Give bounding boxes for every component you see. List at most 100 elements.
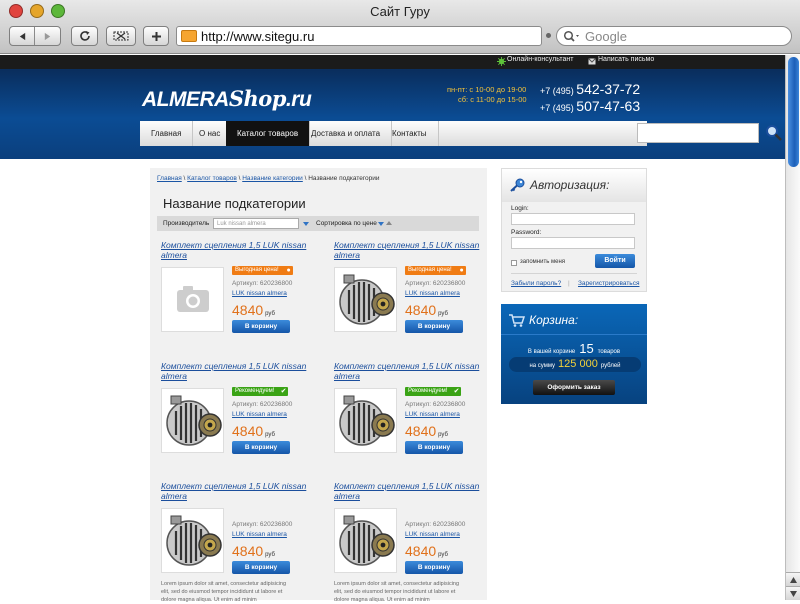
product-image[interactable] bbox=[161, 267, 224, 332]
checkout-button[interactable]: Оформить заказ bbox=[533, 380, 615, 395]
product-title-link[interactable]: Комплект сцепления 1,5 LUK nissan almera bbox=[161, 240, 321, 260]
product-currency: руб bbox=[438, 552, 448, 558]
product-price-value: 4840 bbox=[405, 423, 437, 439]
password-input[interactable] bbox=[511, 237, 635, 249]
register-link[interactable]: Зарегистрироваться bbox=[578, 280, 639, 287]
breadcrumb: Главная \ Каталог товаров \ Название кат… bbox=[157, 175, 482, 187]
breadcrumb-home[interactable]: Главная bbox=[157, 175, 182, 182]
product-title-link[interactable]: Комплект сцепления 1,5 LUK nissan almera bbox=[161, 481, 321, 501]
breadcrumb-catalog[interactable]: Каталог товаров bbox=[187, 175, 237, 182]
product-image[interactable] bbox=[161, 388, 224, 453]
snip-button[interactable] bbox=[106, 26, 136, 46]
forgot-password-link[interactable]: Забыли пароль? bbox=[511, 280, 561, 287]
product-currency: руб bbox=[265, 311, 275, 317]
product-card: Комплект сцепления 1,5 LUK nissan almera… bbox=[334, 240, 494, 355]
nav-item-catalog[interactable]: Каталог товаров bbox=[226, 121, 311, 146]
cart-count-suffix: товаров bbox=[597, 349, 621, 355]
login-input[interactable] bbox=[511, 213, 635, 225]
auth-header: Авторизация: bbox=[502, 169, 646, 202]
favicon-icon bbox=[181, 30, 197, 42]
sort-asc-icon[interactable] bbox=[386, 221, 392, 225]
coins-icon: ● bbox=[286, 267, 291, 274]
product-title-link[interactable]: Комплект сцепления 1,5 LUK nissan almera bbox=[161, 361, 321, 381]
product-title-link[interactable]: Комплект сцепления 1,5 LUK nissan almera bbox=[334, 361, 494, 381]
login-button[interactable]: Войти bbox=[595, 254, 635, 268]
hours-saturday: сб: с 11-00 до 15-00 bbox=[458, 95, 527, 104]
phone-1[interactable]: +7 (495) 542-37-72 bbox=[540, 81, 640, 97]
cart-sum-line: на сумму 125 000 рублей bbox=[509, 357, 641, 372]
nav-item-contacts[interactable]: Контакты bbox=[381, 121, 439, 146]
logo-main: ALMERA bbox=[142, 88, 229, 111]
product-brand-link[interactable]: LUK nissan almera bbox=[405, 531, 460, 538]
login-label: Login: bbox=[511, 205, 529, 212]
nav-item-home[interactable]: Главная bbox=[140, 121, 194, 146]
add-to-cart-button[interactable]: В корзину bbox=[405, 441, 463, 454]
product-image[interactable] bbox=[334, 267, 397, 332]
remember-me-checkbox[interactable] bbox=[511, 260, 517, 266]
product-brand-link[interactable]: LUK nissan almera bbox=[405, 411, 460, 418]
camera-placeholder-icon bbox=[162, 268, 223, 331]
product-brand-link[interactable]: LUK nissan almera bbox=[232, 290, 287, 297]
product-image[interactable] bbox=[334, 508, 397, 573]
product-badge-text: Выгодная цена! bbox=[235, 267, 279, 273]
cart-sum-prefix: на сумму bbox=[529, 363, 556, 369]
add-to-cart-button[interactable]: В корзину bbox=[405, 320, 463, 333]
product-badge-text: Рекомендуем! bbox=[235, 388, 275, 394]
reload-button[interactable] bbox=[71, 26, 98, 46]
product-card: Комплект сцепления 1,5 LUK nissan almera… bbox=[334, 361, 494, 476]
add-to-cart-button[interactable]: В корзину bbox=[405, 561, 463, 574]
manufacturer-select[interactable]: Luk nissan almera bbox=[213, 218, 299, 229]
site-search-icon[interactable] bbox=[765, 124, 783, 142]
phone-2-number: 507-47-63 bbox=[576, 98, 641, 114]
hours-weekdays: пн-пт: с 10-00 до 19-00 bbox=[447, 85, 527, 94]
product-price-value: 4840 bbox=[232, 543, 264, 559]
phone-1-code: +7 (495) bbox=[540, 86, 574, 96]
add-to-cart-button[interactable]: В корзину bbox=[232, 441, 290, 454]
product-price: 4840 руб bbox=[405, 423, 448, 439]
breadcrumb-category[interactable]: Название категории bbox=[242, 175, 303, 182]
write-letter-link[interactable]: Написать письмо bbox=[598, 56, 654, 63]
add-to-cart-button[interactable]: В корзину bbox=[232, 320, 290, 333]
scroll-up-button[interactable] bbox=[786, 572, 800, 586]
sort-desc-icon[interactable] bbox=[378, 222, 384, 226]
alternator-image bbox=[335, 389, 396, 452]
scrollbar-thumb[interactable] bbox=[788, 57, 799, 167]
product-title-link[interactable]: Комплект сцепления 1,5 LUK nissan almera bbox=[334, 481, 494, 501]
product-image[interactable] bbox=[334, 388, 397, 453]
product-brand-link[interactable]: LUK nissan almera bbox=[232, 411, 287, 418]
product-brand-link[interactable]: LUK nissan almera bbox=[232, 531, 287, 538]
product-badge: Выгодная цена! ● bbox=[405, 266, 466, 275]
phone-2[interactable]: +7 (495) 507-47-63 bbox=[540, 98, 640, 114]
auth-title: Авторизация: bbox=[530, 178, 610, 192]
back-button[interactable] bbox=[10, 27, 36, 45]
back-arrow-icon bbox=[19, 32, 25, 40]
key-icon bbox=[510, 178, 525, 192]
product-image[interactable] bbox=[161, 508, 224, 573]
manufacturer-label: Производитель bbox=[163, 220, 210, 227]
scroll-down-button[interactable] bbox=[786, 586, 800, 600]
online-consultant-link[interactable]: Онлайн-консультант bbox=[507, 56, 573, 63]
product-title-link[interactable]: Комплект сцепления 1,5 LUK nissan almera bbox=[334, 240, 494, 260]
coins-icon: ● bbox=[459, 267, 464, 274]
product-badge: Рекомендуем! ✔ bbox=[232, 387, 289, 396]
nav-item-delivery[interactable]: Доставка и оплата bbox=[300, 121, 393, 146]
manufacturer-dropdown-icon[interactable] bbox=[303, 222, 309, 226]
product-price-value: 4840 bbox=[405, 302, 437, 318]
search-field[interactable]: Google bbox=[556, 26, 792, 46]
site-logo[interactable]: ALMERAShop.ru bbox=[142, 86, 312, 112]
site-search-input[interactable] bbox=[637, 123, 759, 143]
new-tab-button[interactable] bbox=[143, 26, 169, 46]
add-to-cart-button[interactable]: В корзину bbox=[232, 561, 290, 574]
product-sku: Артикул: 620236800 bbox=[232, 401, 293, 408]
product-brand-link[interactable]: LUK nissan almera bbox=[405, 290, 460, 297]
address-bar[interactable]: http://www.sitegu.ru bbox=[176, 26, 542, 46]
remember-me-label[interactable]: запомнить меня bbox=[520, 259, 565, 265]
scrollbar[interactable] bbox=[785, 55, 800, 600]
breadcrumb-current: Название подкатегории bbox=[308, 175, 380, 182]
reload-icon bbox=[79, 31, 90, 41]
product-currency: руб bbox=[438, 311, 448, 317]
alternator-image bbox=[335, 268, 396, 331]
sort-by-price-label[interactable]: Сортировка по цене bbox=[316, 220, 377, 227]
product-badge: Выгодная цена! ● bbox=[232, 266, 293, 275]
forward-button[interactable] bbox=[35, 27, 60, 45]
